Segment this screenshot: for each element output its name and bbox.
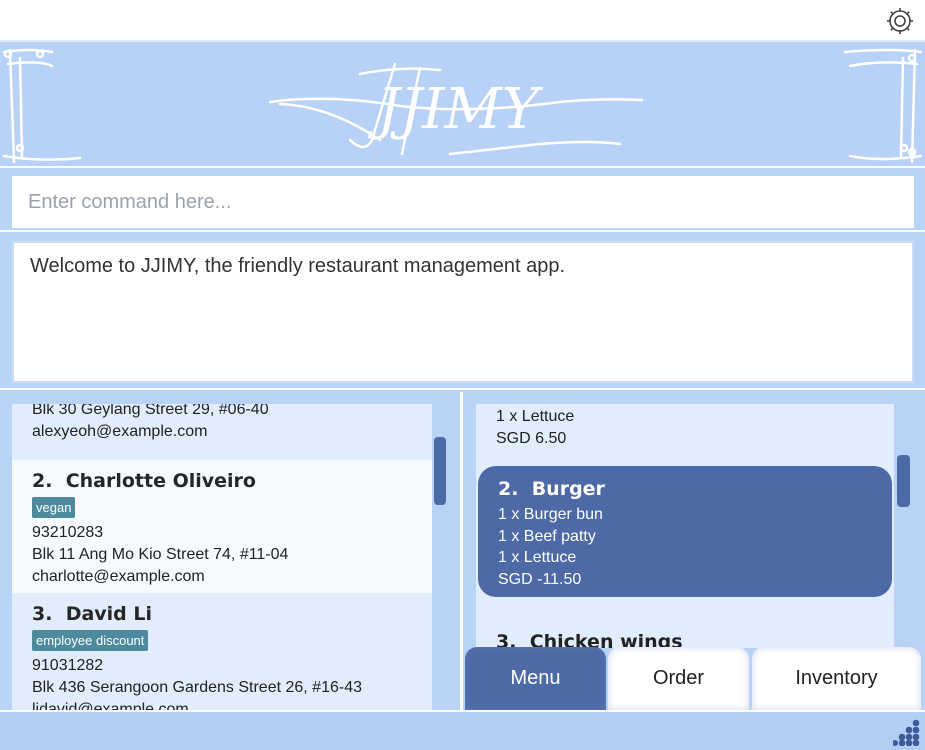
menu-item-index: 3. [496, 631, 517, 648]
tab-bar: Menu Order Inventory [465, 647, 925, 710]
menu-item-line: 1 x Lettuce [498, 549, 577, 566]
customer-list[interactable]: Blk 30 Geylang Street 29, #06-40 alexyeo… [12, 404, 432, 710]
customer-phone: 91031282 [32, 657, 104, 674]
menu-list[interactable]: 1 x Lettuce SGD 6.50 2. Burger 1 x Burge… [476, 404, 894, 648]
menu-item-price: SGD -11.50 [498, 570, 582, 588]
customer-address: Blk 30 Geylang Street 29, #06-40 [32, 404, 269, 418]
settings-button[interactable] [885, 6, 915, 36]
customer-email: lidavid@example.com [32, 701, 189, 710]
gear-icon [887, 8, 913, 34]
result-panel: Welcome to JJIMY, the friendly restauran… [0, 234, 925, 390]
menu-item[interactable]: 3. Chicken wings [476, 628, 894, 648]
panel-divider[interactable] [460, 392, 463, 710]
customer-address: Blk 436 Serangoon Gardens Street 26, #16… [32, 679, 362, 696]
menu-item-name: 2. Burger [498, 478, 872, 500]
customer-name-text: David Li [65, 603, 153, 625]
menu-item-name-text: Burger [531, 478, 605, 500]
customer-name: 2. Charlotte Oliveiro [32, 470, 412, 492]
customer-card[interactable]: 3. David Li employee discount 91031282 B… [12, 593, 432, 710]
menu-item[interactable]: 1 x Lettuce SGD 6.50 [476, 404, 894, 462]
customer-email: alexyeoh@example.com [32, 423, 208, 440]
menu-item-name: 3. Chicken wings [496, 631, 874, 648]
logo-banner: JJIMY [0, 44, 925, 168]
customer-tag: vegan [32, 497, 76, 518]
tab-order[interactable]: Order [608, 647, 749, 710]
status-bar [0, 710, 925, 750]
menu-item-index: 2. [498, 478, 519, 500]
menu-item-name-text: Chicken wings [529, 631, 683, 648]
menu-item-price: SGD 6.50 [496, 429, 567, 447]
result-message: Welcome to JJIMY, the friendly restauran… [30, 255, 566, 277]
banner-decoration: JJIMY [2, 48, 923, 164]
resize-grip-icon[interactable] [893, 718, 921, 746]
menu-list-scrollbar[interactable] [897, 455, 910, 507]
customer-address: Blk 11 Ang Mo Kio Street 74, #11-04 [32, 546, 289, 563]
logo-text: JJIMY [367, 77, 543, 142]
command-box [0, 168, 925, 232]
command-input[interactable] [12, 176, 914, 228]
customer-email: charlotte@example.com [32, 568, 205, 585]
customer-tag: employee discount [32, 630, 149, 651]
tab-inventory[interactable]: Inventory [752, 647, 921, 710]
lists-area: Blk 30 Geylang Street 29, #06-40 alexyeo… [0, 392, 925, 710]
customer-card[interactable]: 2. Charlotte Oliveiro vegan 93210283 Blk… [12, 460, 432, 593]
customer-name: 3. David Li [32, 603, 412, 625]
menu-item-line: 1 x Lettuce [496, 408, 575, 425]
menu-item-selected[interactable]: 2. Burger 1 x Burger bun 1 x Beef patty … [478, 466, 892, 597]
tab-menu[interactable]: Menu [465, 647, 606, 710]
menu-item-line: 1 x Burger bun [498, 506, 603, 523]
customer-list-scrollbar[interactable] [434, 437, 446, 505]
menu-item-line: 1 x Beef patty [498, 527, 596, 545]
result-display[interactable]: Welcome to JJIMY, the friendly restauran… [12, 241, 914, 383]
customer-name-text: Charlotte Oliveiro [65, 470, 256, 492]
customer-phone: 93210283 [32, 524, 104, 541]
customer-index: 2. [32, 470, 53, 492]
customer-index: 3. [32, 603, 53, 625]
title-bar [0, 0, 925, 42]
customer-card[interactable]: Blk 30 Geylang Street 29, #06-40 alexyeo… [12, 404, 432, 454]
